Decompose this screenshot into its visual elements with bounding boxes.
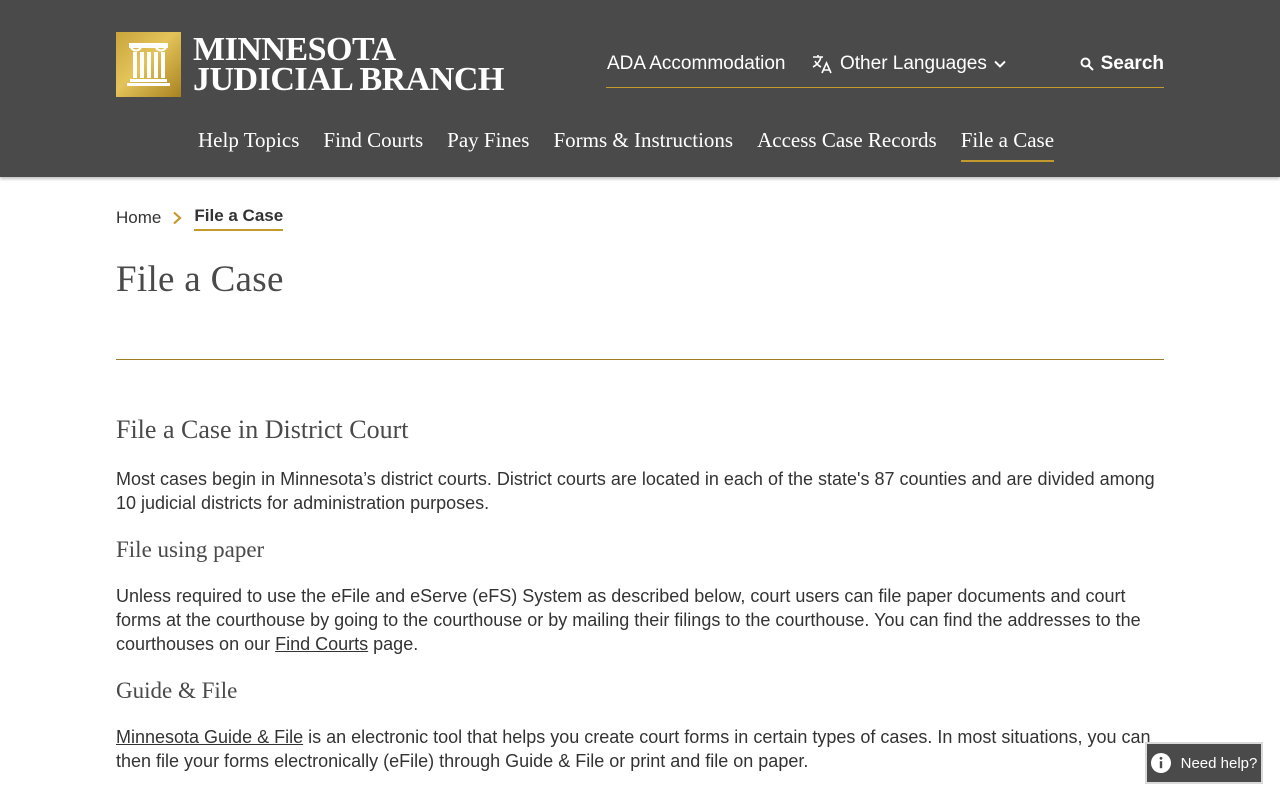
nav-find-courts[interactable]: Find Courts: [323, 126, 423, 162]
info-icon: [1150, 753, 1171, 773]
chevron-right-icon: [173, 211, 182, 224]
guide-file-heading: Guide & File: [116, 678, 238, 703]
district-court-text: Most cases begin in Minnesota’s district…: [116, 469, 1155, 513]
file-paper-heading: File using paper: [116, 537, 265, 562]
nav-access-case-records[interactable]: Access Case Records: [757, 126, 937, 162]
other-languages-label: Other Languages: [840, 53, 987, 74]
chevron-down-icon: [994, 60, 1006, 68]
main-nav: Help Topics Find Courts Pay Fines Forms …: [198, 126, 1078, 162]
title-divider: [116, 359, 1164, 360]
breadcrumb-home-link[interactable]: Home: [116, 206, 161, 230]
site-logo[interactable]: MINNESOTA JUDICIAL BRANCH: [116, 32, 504, 97]
file-paper-text: Unless required to use the eFile and eSe…: [116, 584, 1166, 656]
utility-nav: ADA Accommodation Other Languages Search: [606, 52, 1164, 88]
page-title: File a Case: [116, 259, 284, 300]
need-help-button[interactable]: Need help?: [1145, 742, 1263, 784]
find-courts-link[interactable]: Find Courts: [275, 634, 368, 654]
search-icon: [1080, 57, 1094, 71]
pillar-logo-icon: [116, 32, 181, 97]
search-label: Search: [1100, 53, 1164, 74]
site-header: MINNESOTA JUDICIAL BRANCH ADA Accommodat…: [0, 0, 1280, 177]
main-content: File a Case in District Court Most cases…: [116, 412, 1166, 793]
logo-line-2: JUDICIAL BRANCH: [193, 60, 504, 98]
file-paper-text-end: page.: [368, 634, 419, 654]
district-court-heading: File a Case in District Court: [116, 415, 409, 444]
logo-line-1: MINNESOTA: [193, 30, 396, 68]
nav-file-a-case[interactable]: File a Case: [960, 126, 1055, 162]
nav-pay-fines[interactable]: Pay Fines: [447, 126, 529, 162]
breadcrumb-current: File a Case: [194, 204, 284, 231]
translate-icon: [812, 55, 832, 74]
search-button[interactable]: Search: [1080, 52, 1164, 76]
logo-text: MINNESOTA JUDICIAL BRANCH: [193, 30, 504, 98]
breadcrumb: Home File a Case: [116, 204, 284, 231]
file-paper-text-start: Unless required to use the eFile and eSe…: [116, 586, 1141, 654]
guide-file-link[interactable]: Minnesota Guide & File: [116, 727, 303, 747]
other-languages-dropdown[interactable]: Other Languages: [810, 52, 1007, 76]
ada-accommodation-link[interactable]: ADA Accommodation: [607, 52, 785, 76]
guide-file-text: Minnesota Guide & File is an electronic …: [116, 725, 1166, 773]
nav-forms-instructions[interactable]: Forms & Instructions: [553, 126, 733, 162]
need-help-label: Need help?: [1180, 754, 1258, 772]
nav-help-topics[interactable]: Help Topics: [198, 126, 299, 162]
